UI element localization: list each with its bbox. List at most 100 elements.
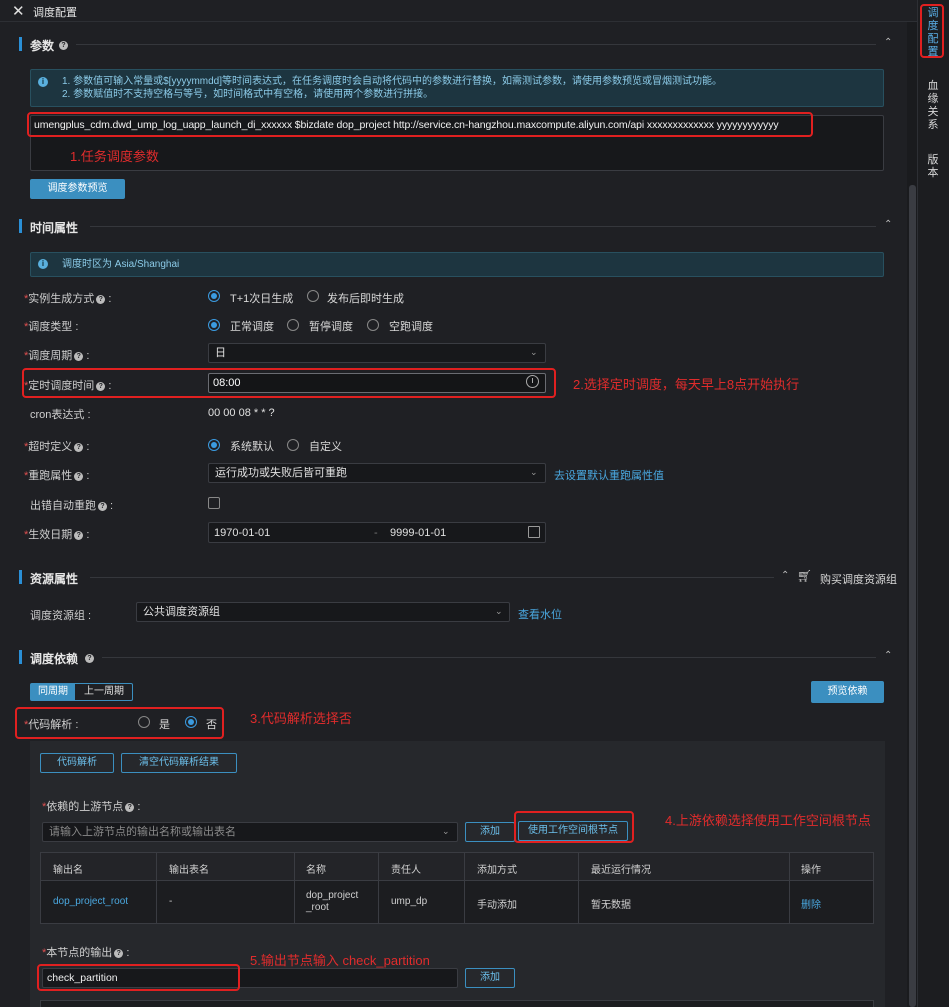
parse-label: *代码解析 : (24, 719, 79, 731)
output-value: check_partition (47, 972, 118, 984)
use-root-node-button[interactable]: 使用工作空间根节点 (518, 821, 628, 841)
col-header-table-name: 输出表名 (169, 865, 209, 876)
radio-type-pause-label: 暂停调度 (309, 321, 353, 333)
help-icon[interactable]: ? (74, 530, 84, 540)
auto-rerun-label: 出错自动重跑? : (30, 500, 114, 512)
rerun-default-link[interactable]: 去设置默认重跑属性值 (554, 467, 664, 483)
preview-deps-button[interactable]: 预览依赖 (811, 681, 884, 703)
table-header (41, 853, 873, 881)
instance-label: *实例生成方式? : (24, 293, 112, 305)
help-icon[interactable]: ? (74, 471, 84, 481)
effective-label-text: 生效日期 (28, 529, 73, 541)
radio-instance-t1-label: T+1次日生成 (230, 293, 294, 305)
collapse-icon[interactable]: ⌃ (781, 570, 789, 581)
radio-timeout-default[interactable] (208, 439, 220, 451)
col-header-add-method: 添加方式 (477, 865, 517, 876)
seg-prev-period[interactable]: 上一周期 (76, 684, 132, 700)
effective-start[interactable]: 1970-01-01 (214, 527, 270, 539)
row-output-name[interactable]: dop_project_root (53, 896, 128, 907)
buy-resource-link[interactable]: 购买调度资源组 (820, 571, 897, 587)
resource-group-select[interactable]: 公共调度资源组 (136, 602, 510, 622)
table-row (41, 882, 873, 923)
radio-parse-yes[interactable] (138, 716, 150, 728)
section-marker (19, 570, 22, 584)
radio-parse-yes-label: 是 (159, 719, 170, 731)
radio-instance-immediate[interactable] (307, 290, 319, 302)
annotation-text-5: 5.输出节点输入 check_partition (250, 953, 430, 968)
row-name: dop_project_root (306, 890, 359, 913)
radio-type-pause[interactable] (287, 319, 299, 331)
help-icon[interactable]: ? (85, 652, 94, 664)
effective-label: *生效日期? : (24, 529, 90, 541)
help-icon[interactable]: ? (59, 39, 68, 51)
help-icon[interactable]: ? (98, 501, 107, 511)
scrollbar-thumb[interactable] (909, 185, 916, 1007)
params-preview-button[interactable]: 调度参数预览 (30, 179, 125, 199)
clear-parse-button[interactable]: 清空代码解析结果 (121, 753, 237, 773)
cart-icon[interactable]: 🛒︎ (797, 569, 812, 583)
help-icon[interactable]: ? (114, 948, 124, 958)
col-header-output-name: 输出名 (53, 865, 83, 876)
output-table-top (40, 1000, 874, 1007)
rerun-select[interactable]: 运行成功或失败后皆可重跑 (208, 463, 546, 483)
help-icon[interactable]: ? (74, 351, 84, 361)
output-add-button[interactable]: 添加 (465, 968, 515, 988)
collapse-icon[interactable]: ⌃ (884, 37, 892, 48)
row-delete-link[interactable]: 删除 (801, 896, 821, 911)
tab-lineage[interactable]: 血缘关系 (921, 80, 945, 132)
auto-rerun-checkbox[interactable] (208, 497, 220, 509)
right-sidebar (917, 0, 949, 1007)
help-icon[interactable]: ? (74, 442, 84, 452)
tab-version-label: 版本 (927, 154, 939, 179)
radio-type-dryrun[interactable] (367, 319, 379, 331)
cycle-label-text: 调度周期 (28, 350, 73, 362)
watermark-link[interactable]: 查看水位 (518, 606, 562, 622)
help-icon[interactable]: ? (96, 381, 106, 391)
col-header-owner: 责任人 (391, 865, 421, 876)
upstream-label-text: 依赖的上游节点 (46, 801, 124, 813)
seg-same-period[interactable]: 同周期 (31, 684, 75, 700)
calendar-icon[interactable] (528, 526, 540, 538)
radio-instance-immediate-label: 发布后即时生成 (327, 293, 404, 305)
radio-timeout-custom[interactable] (287, 439, 299, 451)
auto-rerun-label-text: 出错自动重跑 (30, 500, 96, 512)
effective-end[interactable]: 9999-01-01 (390, 527, 446, 539)
col-header-last-run: 最近运行情况 (591, 865, 651, 876)
annotation-text-4: 4.上游依赖选择使用工作空间根节点 (665, 813, 871, 828)
rerun-label: *重跑属性? : (24, 470, 90, 482)
chevron-down-icon: ⌄ (495, 606, 503, 616)
help-icon[interactable]: ? (125, 802, 135, 812)
type-label: *调度类型 : (24, 321, 79, 333)
help-icon[interactable]: ? (96, 294, 106, 304)
annotation-text-3: 3.代码解析选择否 (250, 711, 352, 726)
tab-schedule-config[interactable]: 调度配置 (921, 7, 945, 59)
section-title-resource: 资源属性 (30, 572, 79, 586)
collapse-icon[interactable]: ⌃ (884, 219, 892, 230)
tab-version[interactable]: 版本 (921, 154, 945, 180)
resource-group-label-text: 调度资源组 (30, 610, 85, 622)
upstream-input[interactable]: 请输入上游节点的输出名称或输出表名 (42, 822, 458, 842)
radio-instance-t1[interactable] (208, 290, 220, 302)
upstream-label: *依赖的上游节点? : (42, 801, 141, 813)
row-last-run: 暂无数据 (591, 900, 631, 911)
rerun-select-value: 运行成功或失败后皆可重跑 (215, 467, 347, 479)
radio-parse-no[interactable] (185, 716, 197, 728)
close-icon[interactable]: ✕ (12, 2, 25, 20)
annotation-text-2: 2.选择定时调度，每天早上8点开始执行 (573, 377, 800, 392)
tab-schedule-config-label: 调度配置 (927, 7, 939, 58)
radio-timeout-custom-label: 自定义 (309, 441, 342, 453)
radio-type-dryrun-label: 空跑调度 (389, 321, 433, 333)
collapse-icon[interactable]: ⌃ (884, 650, 892, 661)
timed-input[interactable]: 08:00 (208, 373, 546, 393)
upstream-add-button[interactable]: 添加 (465, 822, 515, 842)
row-owner: ump_dp (391, 896, 428, 907)
resource-group-label: 调度资源组 : (30, 610, 92, 622)
row-table-name: - (169, 896, 173, 907)
section-title-params: 参数 (30, 39, 55, 53)
type-label-text: 调度类型 (28, 321, 73, 333)
clock-icon-hand (532, 378, 533, 383)
parse-code-button[interactable]: 代码解析 (40, 753, 114, 773)
radio-type-normal[interactable] (208, 319, 220, 331)
upstream-placeholder: 请输入上游节点的输出名称或输出表名 (49, 826, 236, 838)
cycle-select[interactable]: 日 (208, 343, 546, 363)
